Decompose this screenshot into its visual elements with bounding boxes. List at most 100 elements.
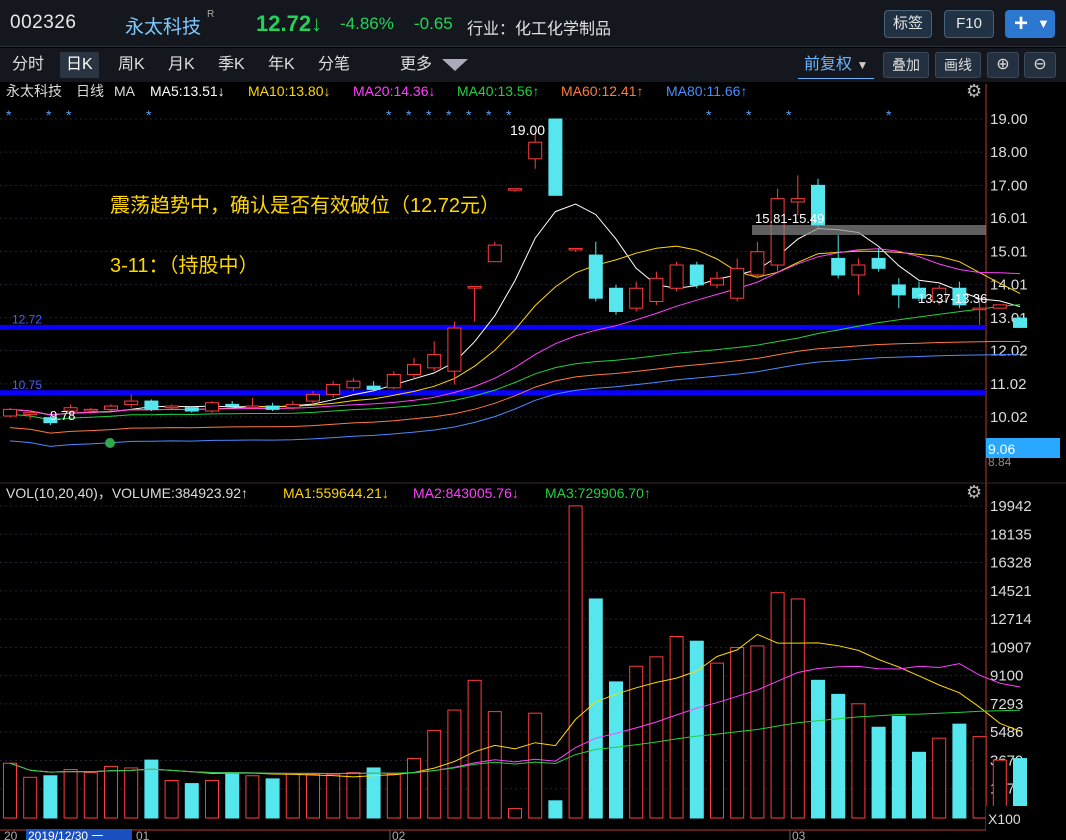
- volume-bar[interactable]: [124, 767, 139, 819]
- tab-yearly[interactable]: 年K: [262, 52, 301, 78]
- overlay-button[interactable]: 叠加: [883, 52, 929, 78]
- event-marker[interactable]: *: [6, 107, 12, 123]
- zoom-in-icon[interactable]: ⊕: [987, 52, 1019, 78]
- volume-bar[interactable]: [851, 703, 866, 819]
- volume-bar[interactable]: [104, 765, 118, 819]
- volume-bar[interactable]: [326, 773, 341, 819]
- candle[interactable]: [871, 257, 886, 269]
- volume-bar[interactable]: [609, 681, 623, 819]
- volume-bar[interactable]: [63, 768, 78, 819]
- volume-bar[interactable]: [225, 773, 240, 819]
- event-marker[interactable]: *: [426, 107, 432, 123]
- volume-bar[interactable]: [3, 762, 17, 819]
- candle[interactable]: [124, 400, 139, 405]
- draw-line-button[interactable]: 画线: [935, 52, 981, 78]
- candle[interactable]: [427, 354, 442, 369]
- volume-bar[interactable]: [871, 726, 886, 819]
- volume-bar[interactable]: [184, 783, 199, 819]
- volume-bar[interactable]: [952, 723, 967, 819]
- candle[interactable]: [265, 405, 280, 410]
- volume-bar[interactable]: [205, 779, 219, 819]
- tab-weekly[interactable]: 周K: [112, 52, 151, 78]
- volume-bar[interactable]: [427, 729, 442, 819]
- candle[interactable]: [104, 405, 118, 410]
- candle[interactable]: [306, 393, 320, 402]
- candle[interactable]: [669, 264, 684, 289]
- bookmark-button[interactable]: 标签: [884, 10, 932, 38]
- event-marker[interactable]: *: [406, 107, 412, 123]
- candle[interactable]: [285, 403, 300, 409]
- candle[interactable]: [548, 118, 563, 196]
- candle[interactable]: [245, 405, 260, 409]
- event-marker[interactable]: *: [386, 107, 392, 123]
- event-marker[interactable]: *: [486, 107, 492, 123]
- candle[interactable]: [750, 251, 765, 276]
- candle[interactable]: [144, 400, 159, 410]
- candle[interactable]: [528, 141, 543, 160]
- candle[interactable]: [972, 307, 987, 311]
- candle[interactable]: [386, 374, 401, 389]
- volume-bar[interactable]: [508, 808, 522, 819]
- volume-bar[interactable]: [245, 775, 260, 819]
- volume-bar[interactable]: [386, 773, 401, 819]
- zoom-out-icon[interactable]: ⊖: [1024, 52, 1056, 78]
- volume-bar[interactable]: [407, 758, 421, 819]
- candle[interactable]: [225, 403, 240, 407]
- volume-bar[interactable]: [528, 712, 543, 819]
- candle[interactable]: [407, 364, 421, 376]
- f10-button[interactable]: F10: [944, 10, 994, 38]
- candle[interactable]: [831, 257, 846, 276]
- event-marker[interactable]: *: [46, 107, 52, 123]
- settings-gear-icon[interactable]: ⚙: [966, 82, 982, 101]
- volume-bar[interactable]: [790, 598, 805, 819]
- candle[interactable]: [447, 327, 462, 372]
- volume-bar[interactable]: [750, 645, 765, 819]
- add-watchlist-button[interactable]: + ▼: [1005, 10, 1055, 38]
- candle[interactable]: [508, 188, 522, 191]
- volume-bar[interactable]: [285, 773, 300, 819]
- candle[interactable]: [184, 407, 199, 412]
- tab-ticks[interactable]: 分笔: [312, 52, 356, 78]
- candle[interactable]: [568, 247, 583, 251]
- candle[interactable]: [891, 284, 906, 296]
- tab-quarterly[interactable]: 季K: [212, 52, 251, 78]
- candle[interactable]: [851, 264, 866, 276]
- candle[interactable]: [790, 198, 805, 203]
- volume-bar[interactable]: [346, 772, 361, 819]
- candle[interactable]: [205, 402, 219, 412]
- tab-intraday[interactable]: 分时: [6, 52, 50, 78]
- volume-bar[interactable]: [43, 775, 58, 819]
- volume-bar[interactable]: [710, 662, 724, 819]
- volume-bar[interactable]: [83, 772, 98, 819]
- volume-bar[interactable]: [306, 773, 320, 819]
- event-marker[interactable]: *: [446, 107, 452, 123]
- candle[interactable]: [326, 383, 341, 395]
- volume-bar[interactable]: [467, 679, 482, 819]
- candle[interactable]: [23, 412, 38, 415]
- volume-bar[interactable]: [669, 636, 684, 819]
- candle[interactable]: [730, 267, 745, 299]
- volume-bar[interactable]: [770, 592, 785, 819]
- event-marker[interactable]: *: [886, 107, 892, 123]
- volume-bar[interactable]: [568, 505, 583, 819]
- volume-bar[interactable]: [831, 693, 846, 819]
- volume-bar[interactable]: [891, 715, 906, 819]
- more-dropdown[interactable]: 更多: [394, 52, 474, 78]
- tab-daily[interactable]: 日K: [60, 52, 99, 78]
- event-marker[interactable]: *: [506, 107, 512, 123]
- industry-label[interactable]: 行业：化工化学制品: [467, 15, 611, 39]
- event-marker[interactable]: *: [66, 107, 72, 123]
- volume-bar[interactable]: [972, 736, 987, 819]
- event-marker[interactable]: *: [706, 107, 712, 123]
- event-marker[interactable]: *: [746, 107, 752, 123]
- volume-bar[interactable]: [23, 776, 38, 819]
- event-marker[interactable]: *: [466, 107, 472, 123]
- candle[interactable]: [689, 264, 704, 286]
- candle[interactable]: [3, 408, 17, 417]
- adjust-dropdown[interactable]: 前复权 ▼: [798, 52, 875, 79]
- candle[interactable]: [609, 287, 623, 312]
- volume-bar[interactable]: [588, 598, 603, 819]
- chart-area[interactable]: 永太科技 日线 MA MA5:13.51↓ MA10:13.80↓ MA20:1…: [0, 82, 1066, 840]
- candle[interactable]: [588, 254, 603, 299]
- volume-bar[interactable]: [548, 800, 563, 819]
